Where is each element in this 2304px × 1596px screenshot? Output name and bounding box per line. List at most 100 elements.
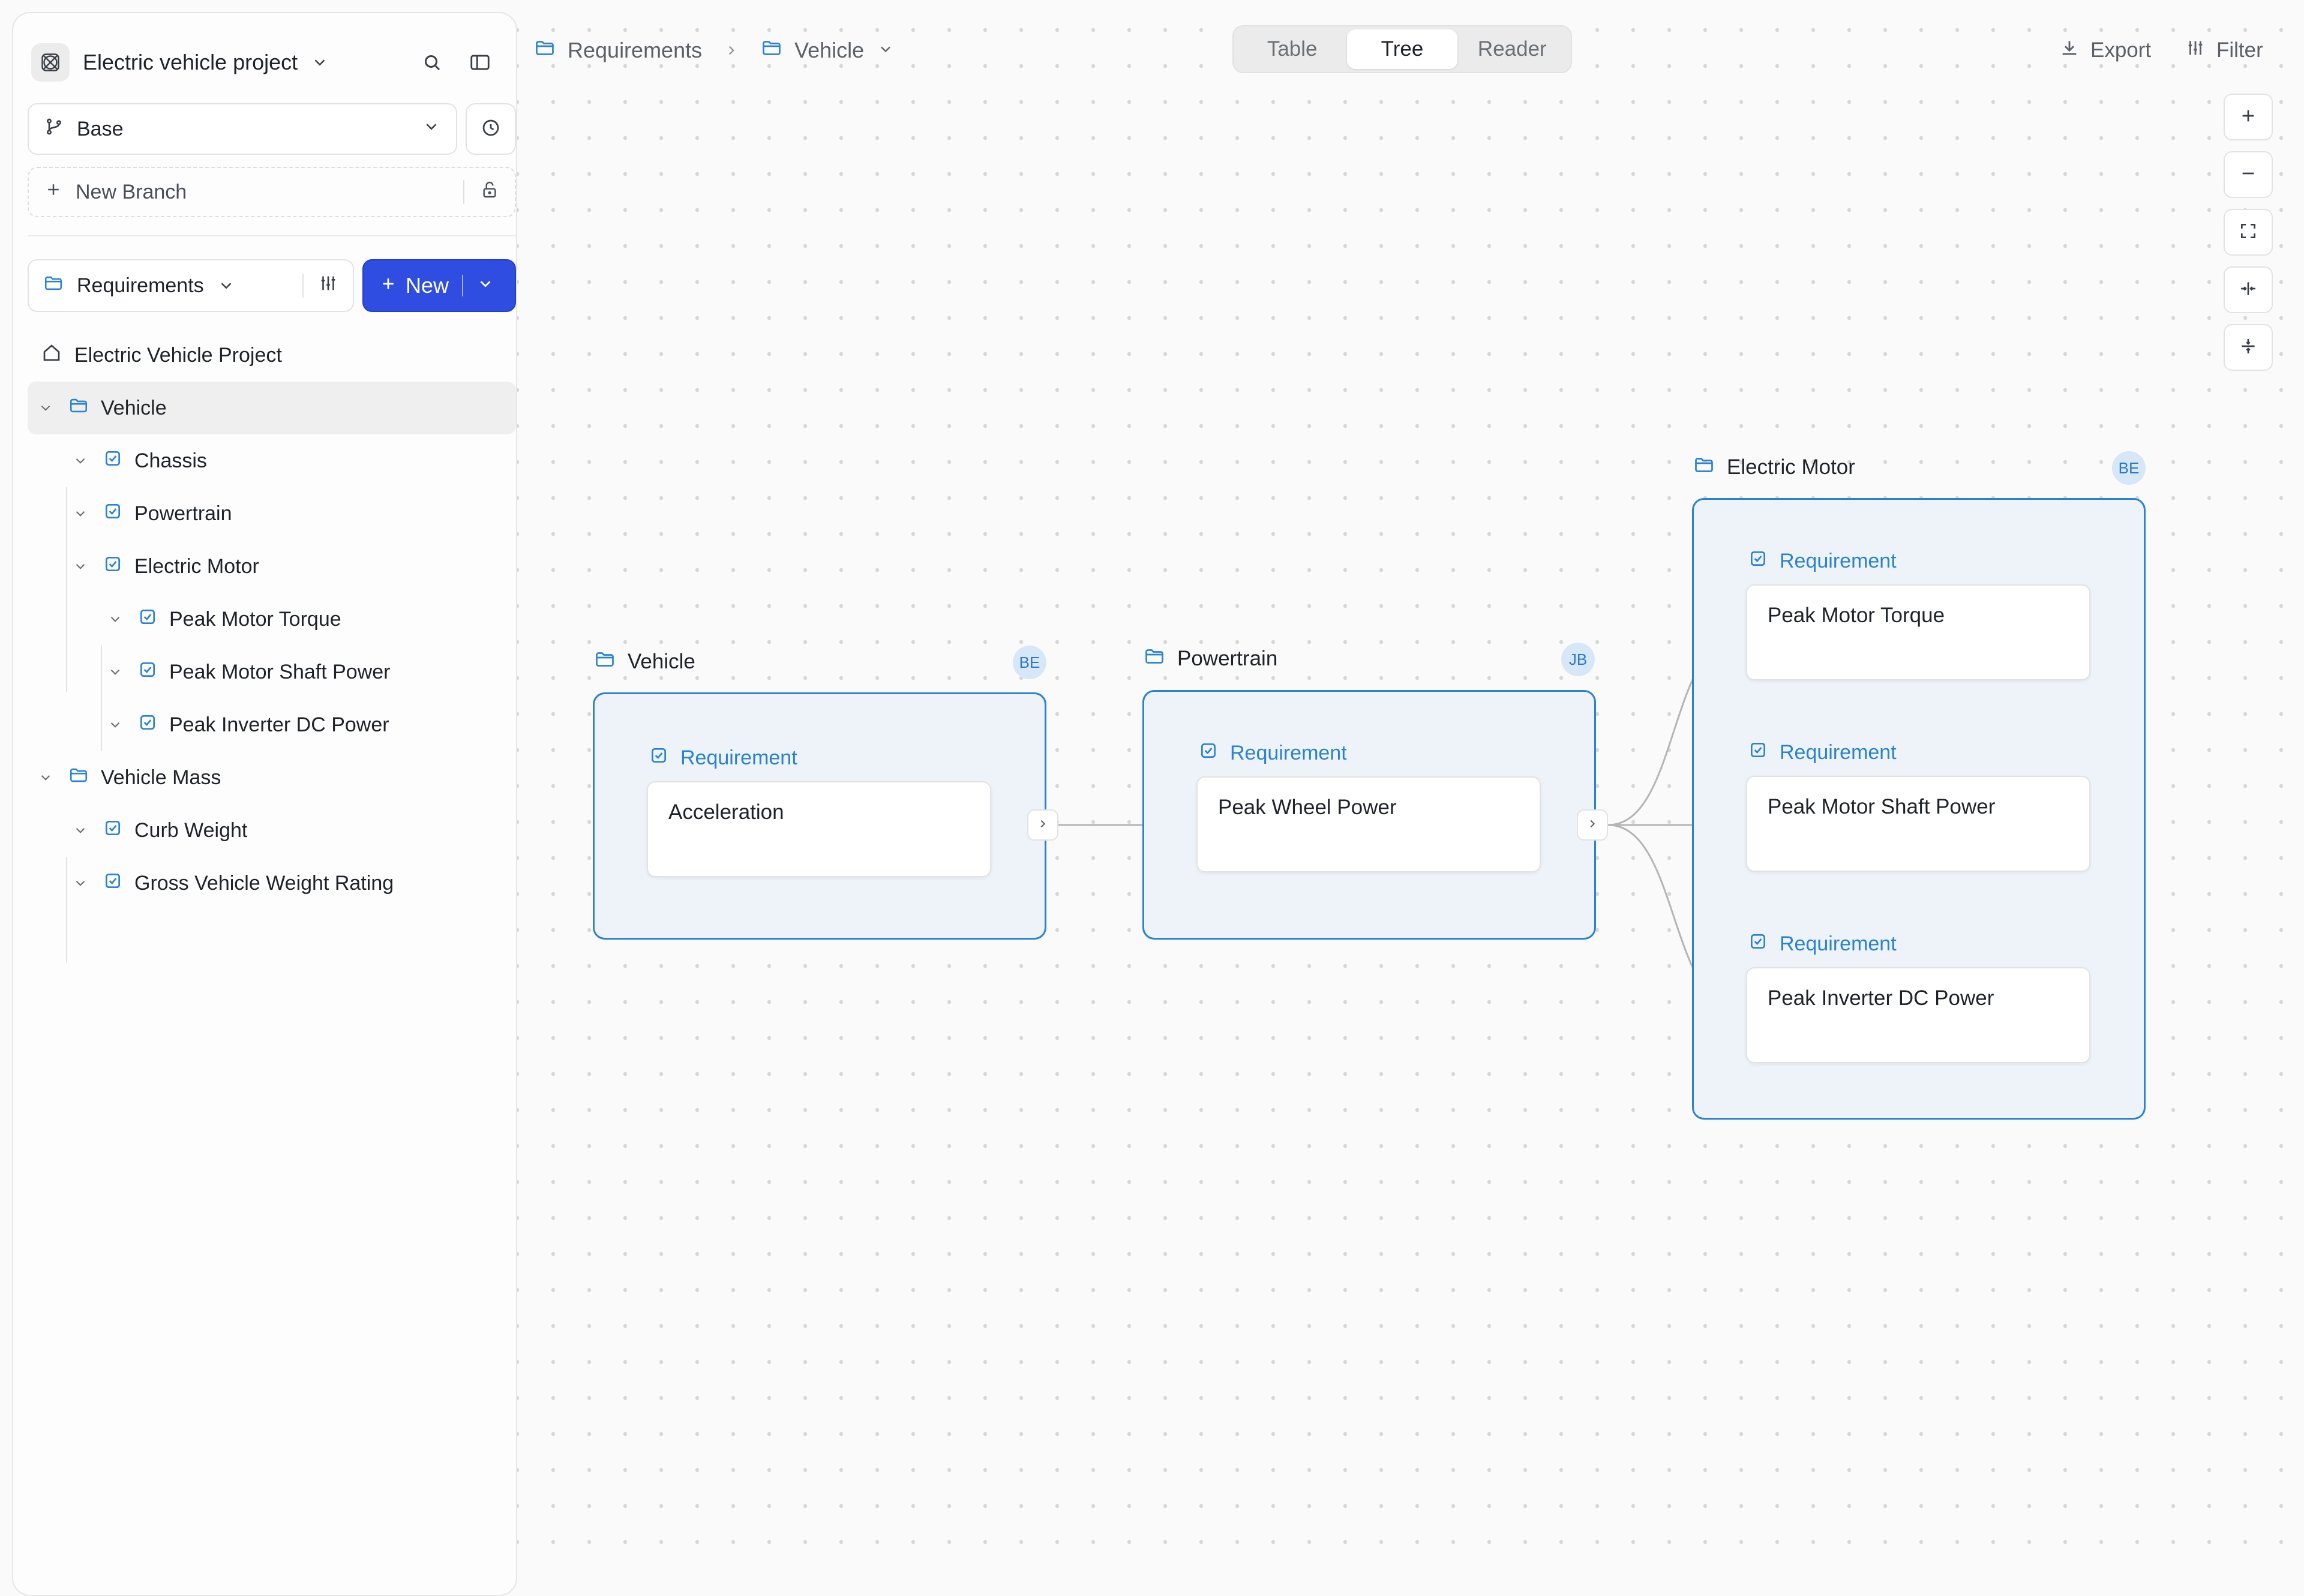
tree-item-powertrain[interactable]: Powertrain — [28, 487, 516, 540]
avatar[interactable]: BE — [1013, 646, 1046, 679]
group-header-electric-motor[interactable]: Electric Motor — [1693, 449, 1855, 485]
sidebar: Electric vehicle project Base New Branch — [12, 12, 517, 1596]
tree-item-vehicle[interactable]: Vehicle — [28, 382, 516, 434]
chevron-down-icon[interactable] — [68, 871, 92, 895]
fit-view-button[interactable] — [2224, 209, 2273, 256]
folder-icon — [68, 395, 89, 421]
checkbox-icon — [1748, 932, 1768, 956]
sidebar-toggle-icon[interactable] — [462, 44, 498, 80]
chevron-right-icon — [724, 43, 739, 58]
group-header-vehicle[interactable]: Vehicle — [594, 644, 695, 680]
tree-item-label: Electric Vehicle Project — [74, 343, 282, 367]
folder-icon — [1693, 454, 1715, 481]
section-select[interactable]: Requirements — [28, 259, 354, 312]
divider — [462, 275, 464, 296]
filter-label: Filter — [2216, 38, 2263, 62]
requirement-card[interactable]: Peak Inverter DC Power — [1746, 967, 2090, 1063]
new-branch-button[interactable]: New Branch — [28, 167, 516, 217]
chevron-down-icon[interactable] — [68, 818, 92, 842]
project-logo-icon — [31, 43, 70, 82]
tree-item-peak-motor-shaft-power[interactable]: Peak Motor Shaft Power — [28, 646, 516, 698]
zoom-out-button[interactable] — [2224, 151, 2273, 198]
project-title: Electric vehicle project — [83, 50, 298, 74]
sliders-icon[interactable] — [318, 273, 338, 299]
divider — [302, 274, 304, 298]
checkbox-icon — [1199, 741, 1218, 766]
checkbox-icon — [103, 871, 122, 896]
group-header-powertrain[interactable]: Powertrain — [1144, 641, 1277, 677]
avatar[interactable]: BE — [2112, 451, 2146, 485]
tree-item-label: Vehicle — [101, 396, 167, 419]
branch-select[interactable]: Base — [28, 103, 457, 155]
requirement-card[interactable]: Acceleration — [647, 781, 991, 877]
checkbox-icon — [1748, 740, 1768, 765]
group-title: Vehicle — [628, 650, 695, 673]
requirement-tag-label: Requirement — [1780, 740, 1897, 764]
expand-button[interactable] — [1027, 809, 1058, 841]
new-button[interactable]: New — [362, 259, 516, 312]
collapse-vertical-icon — [2239, 337, 2258, 359]
chevron-down-icon[interactable] — [103, 660, 127, 684]
requirement-tag: Requirement — [1748, 546, 1897, 576]
chevron-down-icon[interactable] — [68, 502, 92, 526]
chevron-down-icon[interactable] — [34, 396, 58, 420]
plus-icon — [379, 273, 397, 298]
requirement-tag: Requirement — [1199, 738, 1347, 768]
tree-item-electric-vehicle-project[interactable]: Electric Vehicle Project — [28, 329, 516, 382]
fit-screen-icon — [2239, 221, 2258, 244]
history-button[interactable] — [466, 103, 516, 155]
chevron-down-icon[interactable] — [68, 449, 92, 473]
chevron-down-icon[interactable] — [103, 607, 127, 631]
tab-reader[interactable]: Reader — [1457, 29, 1567, 69]
group-title: Electric Motor — [1727, 455, 1855, 479]
breadcrumb-current-label: Vehicle — [794, 38, 865, 62]
checkbox-icon — [103, 818, 122, 843]
collapse-vertical-button[interactable] — [2224, 324, 2273, 371]
tab-table[interactable]: Table — [1237, 29, 1347, 69]
expand-button[interactable] — [1577, 809, 1608, 841]
checkbox-icon — [138, 607, 157, 632]
zoom-in-button[interactable] — [2224, 94, 2273, 140]
checkbox-icon — [138, 713, 157, 737]
tree-item-label: Peak Inverter DC Power — [169, 713, 389, 736]
requirement-card[interactable]: Peak Wheel Power — [1196, 776, 1541, 872]
tab-tree[interactable]: Tree — [1347, 29, 1457, 69]
requirement-card[interactable]: Peak Motor Shaft Power — [1746, 776, 2090, 872]
tree-item-vehicle-mass[interactable]: Vehicle Mass — [28, 751, 516, 804]
tree-item-label: Vehicle Mass — [101, 766, 221, 789]
tree-item-chassis[interactable]: Chassis — [28, 434, 516, 487]
tree-item-label: Chassis — [134, 449, 207, 472]
chevron-down-icon[interactable] — [34, 766, 58, 790]
tree-item-curb-weight[interactable]: Curb Weight — [28, 804, 516, 857]
avatar[interactable]: JB — [1561, 643, 1595, 676]
chevron-down-icon — [422, 118, 440, 141]
folder-icon — [534, 37, 556, 64]
chevron-down-icon — [311, 53, 329, 71]
collapse-horizontal-button[interactable] — [2224, 266, 2273, 313]
new-button-label: New — [406, 273, 449, 298]
download-icon — [2059, 38, 2080, 64]
minus-icon — [2239, 164, 2258, 186]
tree-item-electric-motor[interactable]: Electric Motor — [28, 540, 516, 593]
chevron-right-icon — [1586, 817, 1599, 833]
requirement-tag: Requirement — [1748, 929, 1897, 959]
lock-open-icon[interactable] — [480, 180, 499, 205]
divider — [463, 180, 464, 204]
chevron-down-icon[interactable] — [103, 713, 127, 737]
chevron-down-icon — [217, 277, 235, 295]
tree-item-gross-vehicle-weight-rating[interactable]: Gross Vehicle Weight Rating — [28, 857, 516, 910]
chevron-right-icon — [1036, 817, 1049, 833]
sliders-icon — [2185, 38, 2206, 64]
breadcrumb-root[interactable]: Requirements — [534, 37, 702, 64]
chevron-down-icon[interactable] — [68, 554, 92, 578]
requirement-card[interactable]: Peak Motor Torque — [1746, 584, 2090, 680]
folder-icon — [1144, 646, 1165, 673]
tree-item-peak-motor-torque[interactable]: Peak Motor Torque — [28, 593, 516, 646]
breadcrumb-current[interactable]: Vehicle — [761, 37, 894, 64]
tree-item-peak-inverter-dc-power[interactable]: Peak Inverter DC Power — [28, 698, 516, 751]
sidebar-divider — [28, 235, 516, 236]
export-button[interactable]: Export — [2059, 31, 2151, 70]
filter-button[interactable]: Filter — [2185, 31, 2263, 70]
chevron-down-icon[interactable] — [476, 273, 494, 298]
search-icon[interactable] — [414, 44, 450, 80]
